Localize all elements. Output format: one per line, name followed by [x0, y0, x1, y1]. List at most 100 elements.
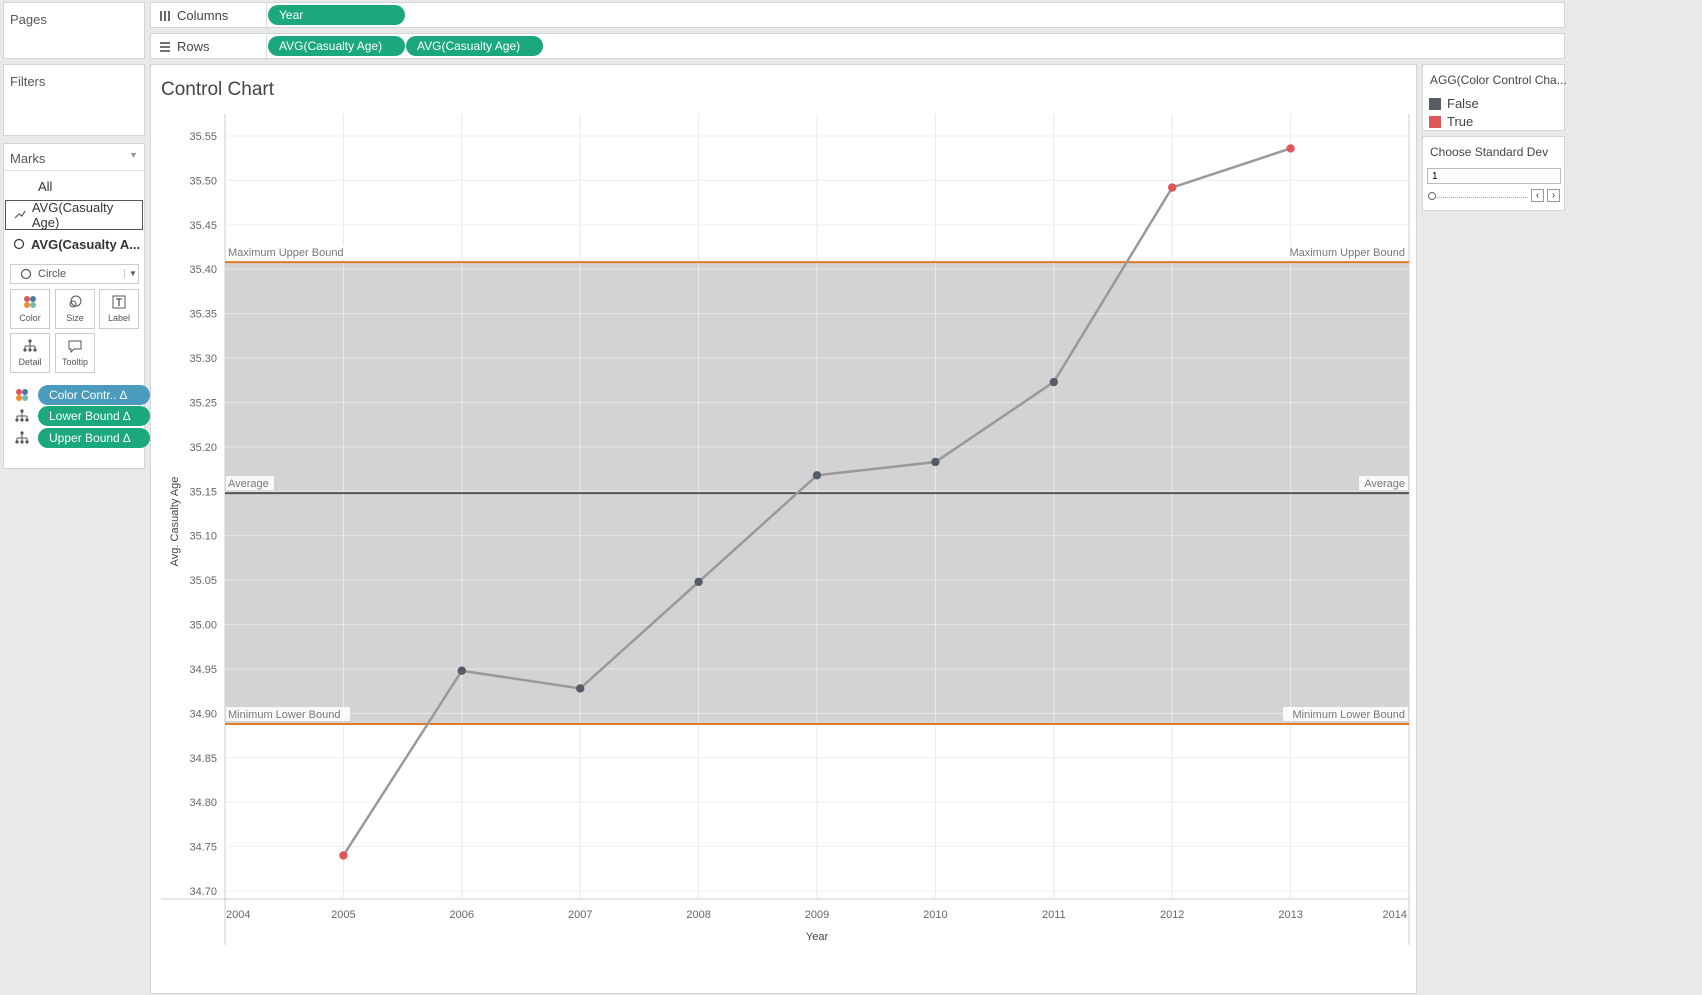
rows-label: Rows [177, 39, 210, 54]
detail-icon [15, 409, 29, 423]
legend-item-false[interactable]: False [1429, 96, 1479, 111]
control-chart[interactable]: 35.55 35.50 35.45 35.40 35.35 35.30 35.25 35.20… [151, 65, 1418, 995]
y-tick-label: 34.85 [189, 753, 217, 765]
legend-label-true: True [1447, 114, 1474, 129]
marks-layer2-label: AVG(Casualty A... [31, 236, 141, 252]
dropdown-arrow-icon: ▼ [124, 269, 137, 278]
data-point[interactable] [339, 851, 348, 860]
mark-type-select[interactable]: Circle ▼ [10, 264, 139, 284]
columns-shelf[interactable]: Columns Year [150, 2, 1565, 28]
color-icon [24, 296, 36, 308]
y-tick-label: 34.75 [189, 842, 217, 854]
size-icon [69, 295, 82, 308]
column-pill-year[interactable]: Year [268, 5, 405, 25]
tooltip-button-label: Tooltip [61, 357, 88, 367]
columns-label: Columns [177, 8, 229, 23]
data-point[interactable] [931, 457, 940, 467]
marks-layer-line[interactable]: AVG(Casualty Age) [5, 200, 143, 230]
data-point[interactable] [812, 471, 822, 480]
y-tick-label: 34.90 [189, 708, 217, 720]
chevron-down-icon[interactable]: ▼ [129, 150, 138, 160]
reference-label-left: Average [228, 478, 269, 490]
color-legend: AGG(Color Control Cha... False True [1422, 64, 1567, 131]
filters-card[interactable]: Filters [3, 64, 145, 136]
color-icon [15, 388, 29, 402]
detail-icon [23, 339, 37, 352]
y-tick-label: 34.80 [189, 797, 217, 809]
y-tick-label: 35.20 [189, 442, 217, 454]
detail-button-label: Detail [18, 357, 42, 367]
circle-mark-icon [13, 238, 25, 250]
chart-card: Control Chart 35.55 35.50 35.45 35.40 35.35 3… [150, 64, 1417, 994]
columns-label-wrap: Columns [159, 8, 228, 23]
tooltip-button[interactable]: Tooltip [55, 333, 95, 373]
legend-item-true[interactable]: True [1429, 114, 1473, 129]
chevron-left-icon: ‹ [1535, 190, 1540, 201]
y-tick-label: 35.05 [189, 575, 217, 587]
y-tick-label: 35.40 [189, 264, 217, 276]
y-tick-label: 35.10 [189, 531, 217, 543]
parameter-slider[interactable] [1428, 192, 1528, 202]
x-tick-label: 2006 [450, 909, 474, 921]
size-button[interactable]: Size [55, 289, 95, 329]
parameter-value-input[interactable] [1427, 168, 1561, 184]
legend-swatch-false [1429, 97, 1441, 110]
y-tick-label: 35.45 [189, 220, 217, 232]
x-tick-label: 2014 [1383, 909, 1407, 921]
rows-icon [160, 41, 170, 52]
columns-icon [160, 10, 170, 21]
pages-card[interactable]: Pages [3, 2, 145, 59]
row-pill-1[interactable]: AVG(Casualty Age) [268, 36, 405, 56]
marks-all-tab[interactable]: All [5, 171, 143, 201]
color-button-label: Color [19, 313, 41, 323]
marks-field-pill[interactable]: Lower Bound ∆ [38, 406, 150, 426]
chevron-right-icon: › [1551, 190, 1556, 201]
reference-label-left: Minimum Lower Bound [228, 709, 341, 721]
y-tick-label: 35.50 [189, 175, 217, 187]
legend-title: AGG(Color Control Cha... [1430, 73, 1567, 87]
reference-label-left: Maximum Upper Bound [228, 247, 344, 259]
marks-field-pill[interactable]: Color Contr.. ∆ [38, 385, 150, 405]
marks-header[interactable]: Marks ▼ [4, 144, 144, 171]
label-button[interactable]: Label [99, 289, 139, 329]
slider-handle[interactable] [1428, 192, 1436, 200]
x-tick-label: 2005 [331, 909, 355, 921]
data-point[interactable] [694, 577, 703, 587]
reference-label-right: Minimum Lower Bound [1293, 709, 1406, 721]
marks-title: Marks [10, 151, 46, 166]
marks-field-pill[interactable]: Upper Bound ∆ [38, 428, 150, 448]
data-point[interactable] [457, 666, 466, 675]
parameter-title: Choose Standard Dev [1430, 145, 1549, 159]
y-tick-label: 34.95 [189, 664, 217, 676]
data-point[interactable] [1049, 377, 1058, 387]
x-tick-label: 2008 [686, 909, 710, 921]
detail-button[interactable]: Detail [10, 333, 50, 373]
rows-shelf[interactable]: Rows AVG(Casualty Age) AVG(Casualty Age) [150, 33, 1565, 59]
data-point[interactable] [576, 684, 585, 693]
reference-label-right: Maximum Upper Bound [1289, 247, 1405, 259]
tooltip-icon [68, 340, 82, 353]
slider-prev-button[interactable]: ‹ [1531, 189, 1544, 202]
marks-layer-circle[interactable]: AVG(Casualty A... [5, 229, 143, 259]
data-point[interactable] [1286, 144, 1295, 153]
color-button[interactable]: Color [10, 289, 50, 329]
x-tick-label: 2010 [923, 909, 947, 921]
line-mark-icon [14, 210, 26, 219]
legend-label-false: False [1447, 96, 1479, 111]
marks-card: Marks ▼ All AVG(Casualty Age) AVG(Casual… [3, 143, 150, 469]
size-button-label: Size [66, 313, 84, 323]
data-point[interactable] [1168, 183, 1177, 192]
row-pill-2[interactable]: AVG(Casualty Age) [406, 36, 543, 56]
legend-swatch-true [1429, 115, 1441, 128]
y-axis-title: Avg. Casualty Age [169, 477, 181, 567]
parameter-card: Choose Standard Dev ‹ › [1422, 136, 1565, 211]
y-tick-label: 35.25 [189, 397, 217, 409]
slider-next-button[interactable]: › [1547, 189, 1560, 202]
y-tick-label: 34.70 [189, 886, 217, 898]
y-tick-label: 35.55 [189, 131, 217, 143]
detail-icon [15, 431, 29, 445]
rows-label-wrap: Rows [159, 39, 210, 54]
filters-label: Filters [10, 74, 46, 89]
x-axis-title: Year [806, 931, 829, 943]
reference-label-right: Average [1364, 478, 1405, 490]
